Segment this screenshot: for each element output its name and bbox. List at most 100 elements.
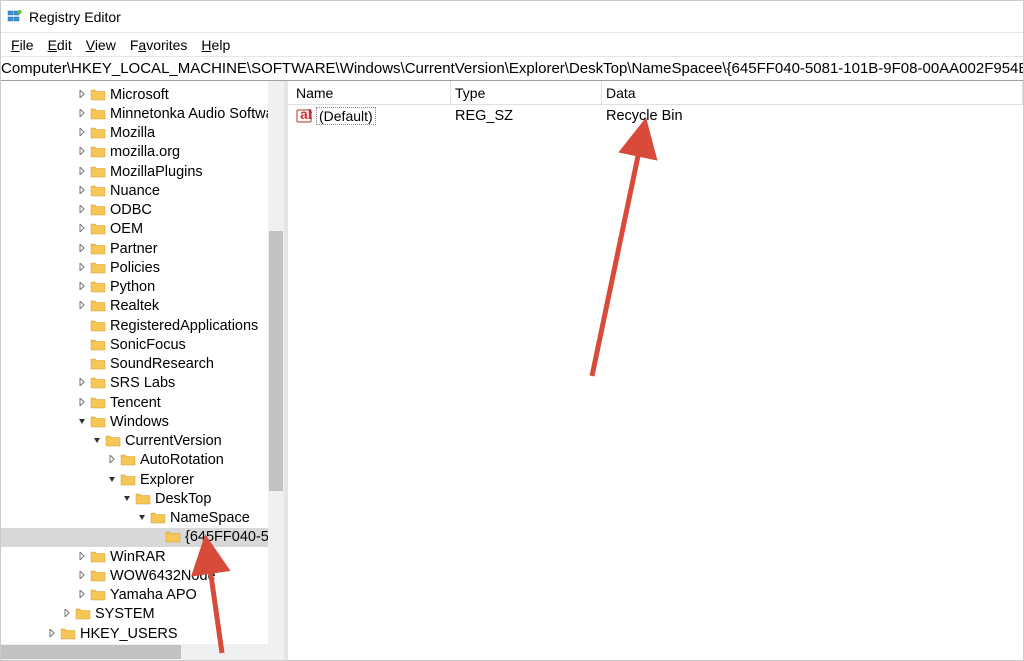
expand-icon[interactable] — [76, 281, 88, 293]
tree-item[interactable]: WinRAR — [1, 547, 284, 566]
value-name: (Default) — [316, 107, 376, 125]
folder-icon — [90, 319, 106, 333]
tree-item[interactable]: OEM — [1, 220, 284, 239]
collapse-icon[interactable] — [106, 474, 118, 486]
folder-icon — [150, 511, 166, 525]
folder-icon — [90, 184, 106, 198]
expand-icon[interactable] — [76, 262, 88, 274]
collapse-icon[interactable] — [76, 416, 88, 428]
folder-icon — [90, 107, 106, 121]
tree-item[interactable]: SonicFocus — [1, 335, 284, 354]
folder-icon — [165, 530, 181, 544]
tree-item[interactable]: Microsoft — [1, 85, 284, 104]
titlebar: Registry Editor — [1, 1, 1023, 33]
values-body[interactable]: ab (Default) REG_SZ Recycle Bin — [288, 105, 1023, 660]
tree-item[interactable]: Policies — [1, 258, 284, 277]
expand-icon[interactable] — [76, 551, 88, 563]
tree-item-label: Yamaha APO — [110, 587, 197, 603]
tree-item[interactable]: ODBC — [1, 201, 284, 220]
tree-item-label: Tencent — [110, 395, 161, 411]
scrollbar-thumb[interactable] — [1, 645, 181, 659]
tree-horizontal-scrollbar[interactable] — [1, 644, 284, 660]
tree-view[interactable]: Microsoft Minnetonka Audio Software Mozi… — [1, 81, 284, 660]
folder-icon — [120, 453, 136, 467]
expand-icon[interactable] — [76, 243, 88, 255]
tree-item[interactable]: Partner — [1, 239, 284, 258]
values-pane: Name Type Data ab (Default) REG_SZ Recyc… — [288, 81, 1023, 660]
expand-icon[interactable] — [76, 204, 88, 216]
expand-icon[interactable] — [76, 185, 88, 197]
expand-icon[interactable] — [76, 89, 88, 101]
tree-item[interactable]: Minnetonka Audio Software — [1, 104, 284, 123]
collapse-icon[interactable] — [91, 435, 103, 447]
collapse-icon[interactable] — [136, 512, 148, 524]
tree-item[interactable]: HKEY_USERS — [1, 624, 284, 643]
folder-icon — [90, 396, 106, 410]
scrollbar-thumb[interactable] — [269, 231, 283, 491]
tree-item[interactable]: SRS Labs — [1, 374, 284, 393]
expand-icon[interactable] — [76, 589, 88, 601]
tree-item[interactable]: RegisteredApplications — [1, 316, 284, 335]
tree-item[interactable]: CurrentVersion — [1, 432, 284, 451]
tree-item[interactable]: SYSTEM — [1, 605, 284, 624]
tree-item[interactable]: WOW6432Node — [1, 566, 284, 585]
column-header-name[interactable]: Name — [292, 81, 451, 104]
folder-icon — [90, 299, 106, 313]
expand-icon[interactable] — [76, 397, 88, 409]
value-row[interactable]: ab (Default) REG_SZ Recycle Bin — [288, 105, 1023, 127]
tree-item[interactable]: MozillaPlugins — [1, 162, 284, 181]
expand-icon[interactable] — [76, 377, 88, 389]
address-bar[interactable]: Computer\HKEY_LOCAL_MACHINE\SOFTWARE\Win… — [1, 57, 1023, 81]
tree-item[interactable]: NameSpace — [1, 509, 284, 528]
menu-edit[interactable]: Edit — [42, 35, 78, 55]
expand-icon[interactable] — [76, 223, 88, 235]
expand-icon[interactable] — [76, 300, 88, 312]
column-header-type[interactable]: Type — [451, 81, 602, 104]
tree-item[interactable]: SoundResearch — [1, 355, 284, 374]
column-header-data[interactable]: Data — [602, 81, 1023, 104]
tree-item[interactable]: DeskTop — [1, 489, 284, 508]
tree-item[interactable]: Realtek — [1, 297, 284, 316]
expand-icon[interactable] — [76, 570, 88, 582]
expand-icon[interactable] — [76, 166, 88, 178]
tree-item-label: Policies — [110, 260, 160, 276]
expand-icon[interactable] — [76, 108, 88, 120]
folder-icon — [90, 222, 106, 236]
tree-item[interactable]: {645FF040-508 — [1, 528, 284, 547]
menu-favorites[interactable]: Favorites — [124, 35, 194, 55]
content-area: Microsoft Minnetonka Audio Software Mozi… — [1, 81, 1023, 660]
folder-icon — [90, 165, 106, 179]
expand-icon[interactable] — [76, 127, 88, 139]
string-value-icon: ab — [296, 108, 312, 124]
expand-icon[interactable] — [76, 146, 88, 158]
expand-icon[interactable] — [106, 454, 118, 466]
expand-icon[interactable] — [46, 628, 58, 640]
tree-item[interactable]: Yamaha APO — [1, 586, 284, 605]
tree-item[interactable]: Mozilla — [1, 124, 284, 143]
tree-item-label: AutoRotation — [140, 452, 224, 468]
menu-file[interactable]: File — [5, 35, 40, 55]
tree-item[interactable]: AutoRotation — [1, 451, 284, 470]
tree-item[interactable]: Nuance — [1, 181, 284, 200]
tree-vertical-scrollbar[interactable] — [268, 81, 284, 644]
tree-item-label: Minnetonka Audio Software — [110, 106, 284, 122]
tree-item-label: SYSTEM — [95, 606, 155, 622]
svg-text:ab: ab — [300, 108, 312, 122]
tree-item[interactable]: Explorer — [1, 470, 284, 489]
tree-item[interactable]: Python — [1, 278, 284, 297]
tree-item[interactable]: mozilla.org — [1, 143, 284, 162]
tree-item-label: ODBC — [110, 202, 152, 218]
tree-pane: Microsoft Minnetonka Audio Software Mozi… — [1, 81, 284, 660]
expand-icon[interactable] — [61, 608, 73, 620]
menu-help[interactable]: Help — [195, 35, 236, 55]
folder-icon — [90, 242, 106, 256]
folder-icon — [90, 569, 106, 583]
menu-view[interactable]: View — [80, 35, 122, 55]
folder-icon — [90, 415, 106, 429]
tree-item[interactable]: Windows — [1, 412, 284, 431]
folder-icon — [90, 550, 106, 564]
address-path: Computer\HKEY_LOCAL_MACHINE\SOFTWARE\Win… — [1, 60, 1023, 77]
collapse-icon[interactable] — [121, 493, 133, 505]
tree-item[interactable]: Tencent — [1, 393, 284, 412]
folder-icon — [105, 434, 121, 448]
